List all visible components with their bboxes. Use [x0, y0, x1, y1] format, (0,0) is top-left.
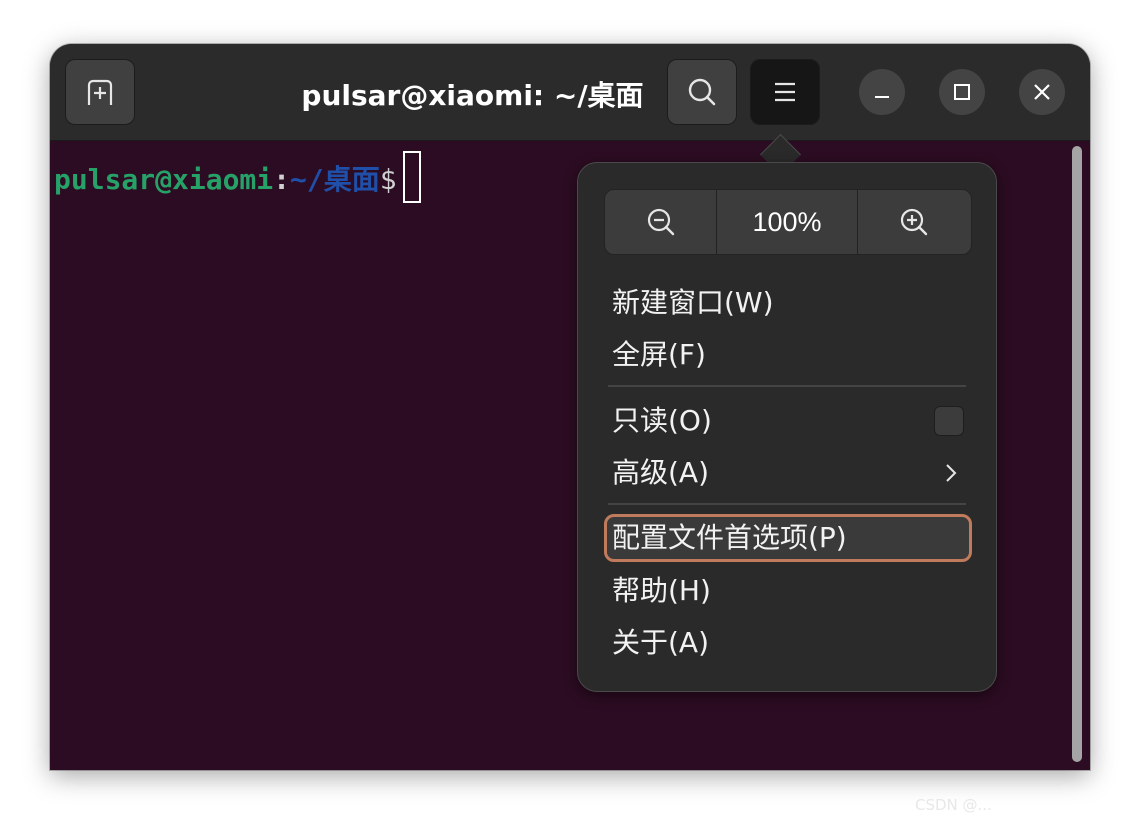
menu-item-label: 帮助(H) — [612, 574, 711, 607]
text-cursor — [402, 151, 421, 203]
prompt-symbol: $ — [379, 163, 397, 196]
scrollbar[interactable] — [1072, 146, 1082, 762]
menu-item-label: 全屏(F) — [612, 338, 706, 371]
hamburger-menu-icon — [775, 82, 795, 102]
main-menu-button[interactable] — [750, 59, 820, 125]
maximize-button[interactable] — [939, 69, 985, 115]
close-button[interactable] — [1019, 69, 1065, 115]
menu-item-read-only[interactable]: 只读(O) — [604, 397, 972, 445]
window-title: pulsar@xiaomi: ~/桌面 — [301, 79, 644, 112]
menu-item-fullscreen[interactable]: 全屏(F) — [604, 331, 972, 379]
new-tab-icon — [87, 79, 113, 105]
menu-separator — [608, 385, 966, 387]
search-icon — [688, 78, 716, 106]
new-tab-button[interactable] — [65, 59, 135, 125]
main-menu-popover: 100% 新建窗口(W) 全屏(F) 只读(O) 高级(A) 配置文件首选项(P… — [577, 162, 997, 692]
menu-item-label: 高级(A) — [612, 456, 710, 489]
close-icon — [1034, 84, 1050, 100]
shell-prompt: pulsar@xiaomi:~/桌面$ — [54, 151, 421, 207]
minimize-button[interactable] — [859, 69, 905, 115]
menu-item-label: 只读(O) — [612, 404, 712, 437]
menu-item-label: 关于(A) — [612, 626, 710, 659]
menu-item-new-window[interactable]: 新建窗口(W) — [604, 279, 972, 327]
menu-item-label: 新建窗口(W) — [612, 286, 774, 319]
prompt-colon: : — [273, 163, 291, 196]
zoom-level-label: 100% — [752, 206, 822, 237]
zoom-out-icon — [647, 208, 674, 236]
menu-item-label: 配置文件首选项(P) — [612, 521, 847, 554]
menu-item-profile-preferences[interactable]: 配置文件首选项(P) — [604, 514, 972, 562]
zoom-in-icon — [901, 208, 928, 236]
prompt-path: ~/桌面 — [290, 163, 380, 196]
zoom-level-button[interactable]: 100% — [716, 190, 856, 254]
search-button[interactable] — [667, 59, 737, 125]
zoom-controls: 100% — [604, 189, 972, 255]
prompt-user-host: pulsar@xiaomi — [54, 163, 274, 196]
menu-item-advanced[interactable]: 高级(A) — [604, 449, 972, 497]
minimize-icon — [875, 96, 889, 98]
menu-item-about[interactable]: 关于(A) — [604, 619, 972, 667]
watermark: CSDN @... — [915, 796, 992, 814]
menu-separator — [608, 503, 966, 505]
zoom-in-button[interactable] — [856, 190, 971, 254]
header-bar: pulsar@xiaomi: ~/桌面 — [50, 44, 1090, 141]
maximize-icon — [954, 84, 970, 100]
read-only-checkbox[interactable] — [934, 406, 964, 436]
chevron-right-icon — [946, 464, 957, 482]
zoom-out-button[interactable] — [605, 190, 716, 254]
menu-item-help[interactable]: 帮助(H) — [604, 567, 972, 615]
